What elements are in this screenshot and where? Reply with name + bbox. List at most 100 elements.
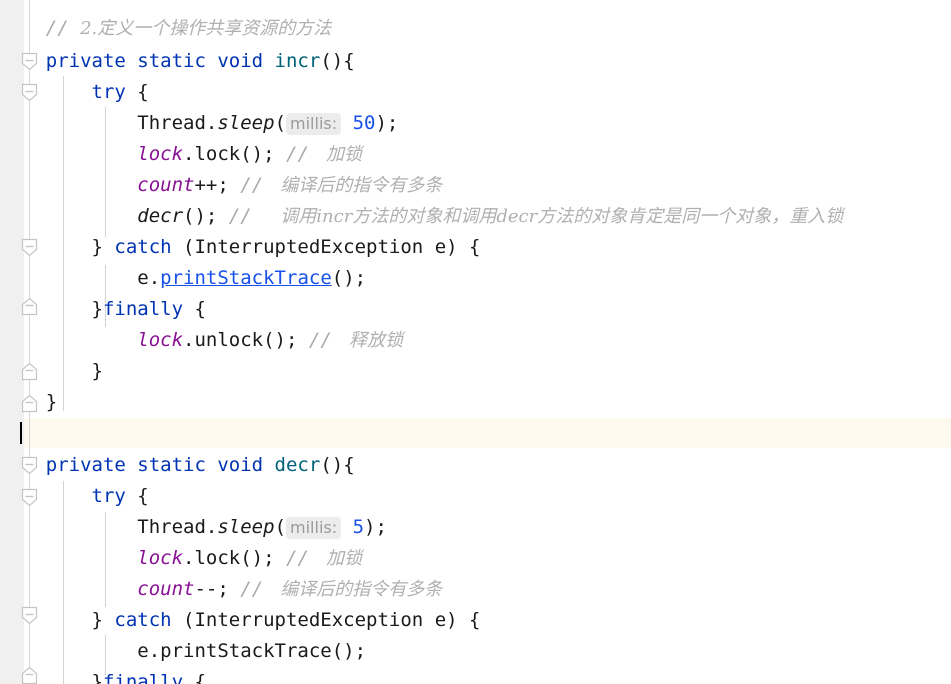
code-line[interactable]: }finally { — [0, 294, 206, 324]
code-line[interactable]: lock.lock(); // 加锁 — [0, 543, 362, 573]
code-token: { — [194, 671, 206, 684]
static-method-token: sleep — [217, 516, 275, 538]
code-token: (); — [183, 205, 229, 227]
code-line[interactable]: } catch (InterruptedException e) { — [0, 605, 481, 635]
static-method-token: decr — [137, 205, 184, 227]
comment-text: 编译后的指令有多条 — [274, 175, 443, 196]
code-line[interactable]: try { — [0, 481, 149, 511]
field-token: lock — [137, 329, 184, 351]
code-line[interactable]: e.printStackTrace(); — [0, 263, 366, 293]
code-line[interactable]: count--; // 编译后的指令有多条 — [0, 574, 442, 604]
code-line[interactable]: } — [0, 387, 57, 417]
code-line[interactable]: decr(); // 调用incr方法的对象和调用decr方法的对象肯定是同一个… — [0, 201, 843, 231]
code-line[interactable]: lock.unlock(); // 释放锁 — [0, 325, 403, 355]
code-token: } — [0, 609, 115, 631]
code-line[interactable]: try { — [0, 77, 149, 107]
code-token: } — [0, 360, 103, 382]
code-token: { — [137, 485, 149, 507]
method-link[interactable]: printStackTrace — [160, 267, 332, 289]
comment-token: // — [308, 329, 344, 351]
parameter-hint[interactable]: millis: — [286, 517, 342, 539]
code-token: ); — [375, 112, 399, 134]
code-token: (InterruptedException e) { — [183, 236, 481, 258]
code-token: e. — [137, 267, 161, 289]
code-line[interactable]: } — [0, 356, 103, 386]
code-editor[interactable]: // 2.定义一个操作共享资源的方法 private static void i… — [0, 0, 951, 684]
code-token: ( — [274, 516, 287, 538]
comment-token: // — [240, 174, 275, 196]
comment-token: // — [228, 205, 264, 227]
code-token: Thread. — [137, 112, 218, 134]
code-line[interactable]: } catch (InterruptedException e) { — [0, 232, 481, 262]
code-token: ( — [274, 112, 287, 134]
code-line[interactable]: count++; // 编译后的指令有多条 — [0, 170, 442, 200]
code-token: (); — [331, 267, 367, 289]
code-line[interactable]: Thread.sleep(millis: 5); — [0, 512, 387, 542]
code-text-area[interactable]: // 2.定义一个操作共享资源的方法 private static void i… — [0, 0, 951, 684]
code-token: } — [0, 236, 115, 258]
comment-text: 2.定义一个操作共享资源的方法 — [80, 18, 332, 39]
code-token: } — [0, 671, 103, 684]
code-line[interactable]: private static void incr(){ — [0, 46, 355, 76]
code-token: { — [137, 81, 149, 103]
code-token: (){ — [320, 454, 355, 476]
comment-text: 编译后的指令有多条 — [274, 579, 443, 600]
parameter-hint[interactable]: millis: — [286, 113, 342, 135]
code-token: Thread. — [137, 516, 218, 538]
number-literal: 50 — [352, 112, 376, 134]
field-token: count — [137, 578, 195, 600]
code-token: .lock(); — [183, 547, 286, 569]
code-line[interactable]: lock.lock(); // 加锁 — [0, 139, 362, 169]
code-token: ++; — [194, 174, 241, 196]
comment-token: // — [286, 547, 321, 569]
keyword-token: finally — [102, 671, 195, 684]
keyword-token: try — [91, 485, 138, 507]
code-token: --; — [194, 578, 241, 600]
number-literal: 5 — [352, 516, 365, 538]
method-name-token: decr — [274, 454, 321, 476]
code-token: (){ — [320, 50, 355, 72]
field-token: lock — [137, 547, 184, 569]
comment-text: 释放锁 — [343, 330, 403, 351]
comment-token: // — [286, 143, 321, 165]
code-token: ); — [364, 516, 387, 538]
keyword-token: private static void — [45, 454, 275, 476]
code-token: (InterruptedException e) { — [183, 609, 481, 631]
code-token: e.printStackTrace(); — [137, 640, 367, 662]
code-line[interactable]: e.printStackTrace(); — [0, 636, 366, 666]
code-line[interactable]: // 2.定义一个操作共享资源的方法 — [0, 13, 332, 43]
code-line[interactable]: Thread.sleep(millis: 50); — [0, 108, 398, 138]
code-token: .unlock(); — [183, 329, 309, 351]
code-line[interactable]: }finally { — [0, 667, 206, 684]
code-line[interactable]: private static void decr(){ — [0, 450, 355, 480]
keyword-token: catch — [114, 609, 184, 631]
keyword-token: private static void — [45, 50, 275, 72]
code-token: { — [194, 298, 206, 320]
keyword-token: catch — [114, 236, 184, 258]
comment-token: // — [240, 578, 275, 600]
keyword-token: try — [91, 81, 138, 103]
field-token: count — [137, 174, 195, 196]
keyword-token: finally — [102, 298, 195, 320]
code-token: .lock(); — [183, 143, 286, 165]
code-token: } — [0, 391, 58, 413]
comment-text: 加锁 — [320, 144, 363, 165]
static-method-token: sleep — [217, 112, 275, 134]
method-name-token: incr — [274, 50, 321, 72]
code-token: } — [0, 298, 103, 320]
